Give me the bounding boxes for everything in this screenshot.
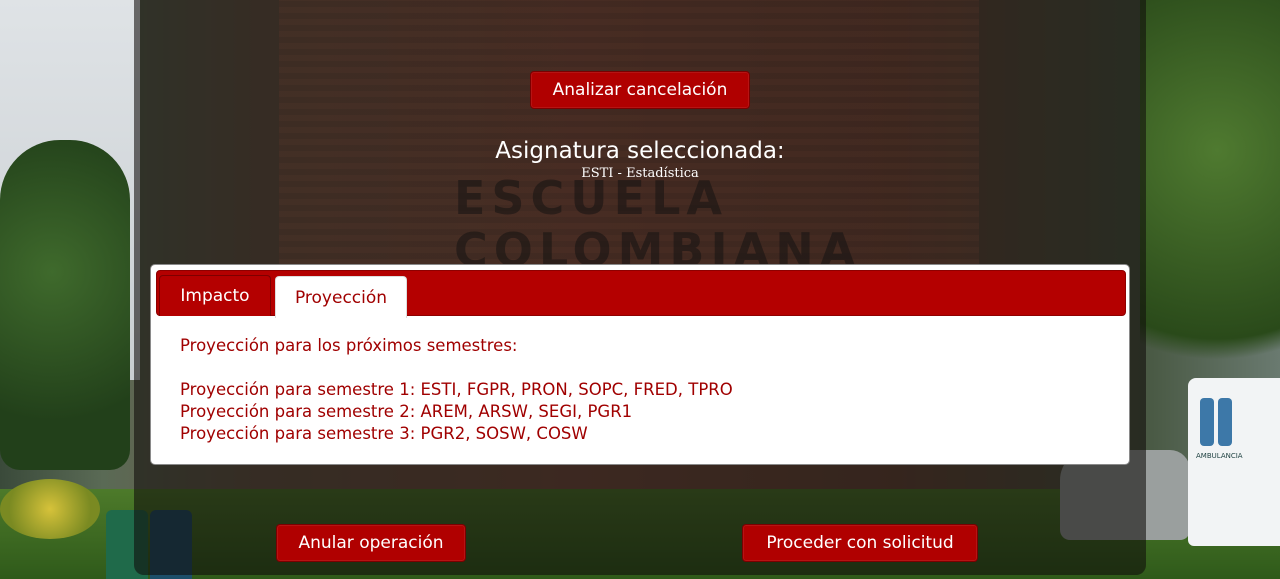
ambulance-label: AMBULANCIA (1196, 452, 1243, 460)
selected-course-heading: Asignatura seleccionada: (495, 138, 785, 164)
ambulance-window (1200, 398, 1214, 446)
selected-course-value: ESTI - Estadística (581, 166, 699, 181)
tab-proyeccion[interactable]: Proyección (275, 276, 407, 318)
tab-impacto[interactable]: Impacto (159, 275, 271, 316)
projection-content: Proyección para los próximos semestres: … (180, 335, 733, 445)
ambulance-window (1218, 398, 1232, 446)
background-ambulance: AMBULANCIA (1188, 378, 1280, 546)
analyze-cancellation-button[interactable]: Analizar cancelación (530, 71, 750, 109)
projection-semester-3: Proyección para semestre 3: PGR2, SOSW, … (180, 424, 588, 443)
tab-bar: Impacto Proyección (156, 270, 1126, 318)
analysis-tabs-panel: Impacto Proyección Proyección para los p… (150, 264, 1130, 465)
projection-heading: Proyección para los próximos semestres: (180, 336, 518, 355)
background-tree-left (0, 140, 130, 470)
cancel-operation-button[interactable]: Anular operación (276, 524, 466, 562)
proceed-request-button[interactable]: Proceder con solicitud (742, 524, 978, 562)
projection-semester-2: Proyección para semestre 2: AREM, ARSW, … (180, 402, 633, 421)
building-sign: ESCUELA COLOMBIANA (454, 172, 861, 276)
projection-semester-1: Proyección para semestre 1: ESTI, FGPR, … (180, 380, 733, 399)
background-tree-right (1140, 0, 1280, 430)
background-flowers (0, 479, 100, 539)
